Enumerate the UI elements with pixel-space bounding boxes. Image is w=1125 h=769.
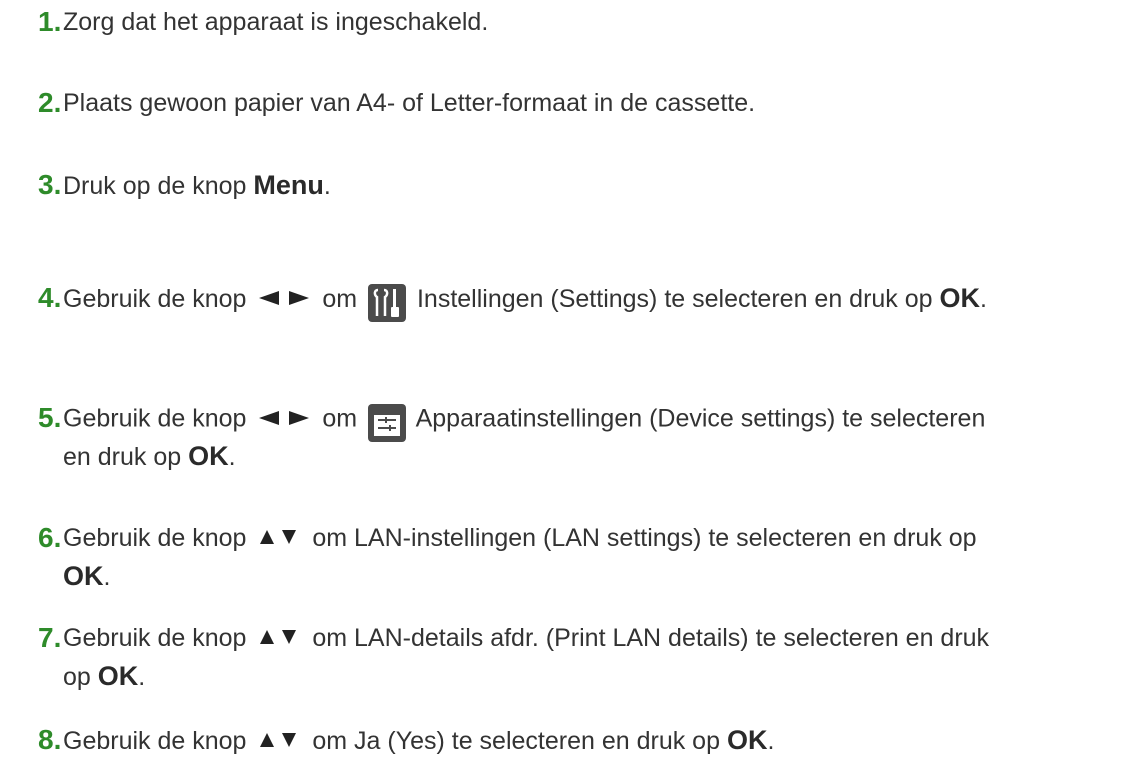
step-number: 3.: [38, 169, 62, 200]
step-text-line2: OK.: [63, 558, 110, 595]
step-text-after: .: [138, 663, 146, 691]
step-text-before: Gebruik de knop: [63, 727, 254, 755]
step-text-before: Gebruik de knop: [63, 524, 254, 552]
up-down-arrows-icon: [259, 619, 299, 655]
step-text-middle: om: [315, 404, 365, 433]
step-text: Gebruik de knop om Apparaatinstellingen …: [63, 400, 986, 442]
step-text-before: en druk op: [63, 443, 189, 471]
step-text: Gebruik de knop om Instellingen (Setting…: [63, 280, 987, 323]
settings-tools-icon: [368, 284, 407, 323]
ok-button-label: OK: [939, 283, 981, 313]
up-down-arrows-icon: [259, 519, 299, 555]
step-text-middle: om Ja (Yes) te selecteren en druk op: [305, 727, 727, 755]
step-number: 6.: [38, 522, 62, 553]
step-text-after: .: [323, 172, 331, 200]
step-text-after: .: [228, 443, 236, 471]
left-right-arrows-icon: [259, 280, 310, 316]
step-text-before: Gebruik de knop: [63, 285, 254, 313]
step-text-after: .: [980, 285, 987, 313]
step-number: 1.: [38, 6, 62, 37]
step-text-after: .: [103, 563, 111, 591]
ok-button-label: OK: [726, 725, 768, 755]
step-text-before: op: [63, 663, 98, 691]
step-text-middle: om LAN-instellingen (LAN settings) te se…: [305, 524, 977, 552]
ok-button-label: OK: [188, 441, 229, 471]
step-text-line2: en druk op OK.: [63, 438, 236, 475]
step-text-middle: om: [315, 285, 365, 313]
ok-button-label: OK: [63, 561, 104, 591]
ok-button-label: OK: [97, 661, 139, 691]
step-text-before: Gebruik de knop: [63, 404, 254, 433]
step-number: 7.: [38, 622, 62, 653]
step-text: Gebruik de knop om LAN-details afdr. (Pr…: [63, 620, 989, 657]
step-text: Plaats gewoon papier van A4- of Letter-f…: [63, 89, 756, 117]
step-text: Druk op de knop Menu.: [63, 167, 331, 204]
step-text-middle: Instellingen (Settings) te selecteren en…: [410, 285, 940, 313]
step-text-before: Gebruik de knop: [63, 624, 254, 652]
device-settings-icon: [368, 404, 407, 442]
step-text-after: .: [767, 727, 775, 755]
step-text: Gebruik de knop om Ja (Yes) te selectere…: [63, 722, 774, 760]
menu-button-label: Menu: [253, 170, 324, 200]
step-text-line2: op OK.: [63, 658, 145, 695]
step-text-middle: om LAN-details afdr. (Print LAN details)…: [305, 624, 990, 652]
step-number: 5.: [38, 402, 62, 433]
step-text: Gebruik de knop om LAN-instellingen (LAN…: [63, 520, 977, 557]
left-right-arrows-icon: [259, 400, 310, 436]
step-number: 8.: [38, 724, 62, 755]
up-down-arrows-icon: [259, 722, 299, 758]
step-text-middle: Apparaatinstellingen (Device settings) t…: [410, 404, 986, 433]
step-number: 2.: [38, 87, 62, 118]
step-text-before: Druk op de knop: [63, 172, 254, 200]
step-number: 4.: [38, 282, 62, 313]
step-text: Zorg dat het apparaat is ingeschakeld.: [63, 8, 489, 36]
